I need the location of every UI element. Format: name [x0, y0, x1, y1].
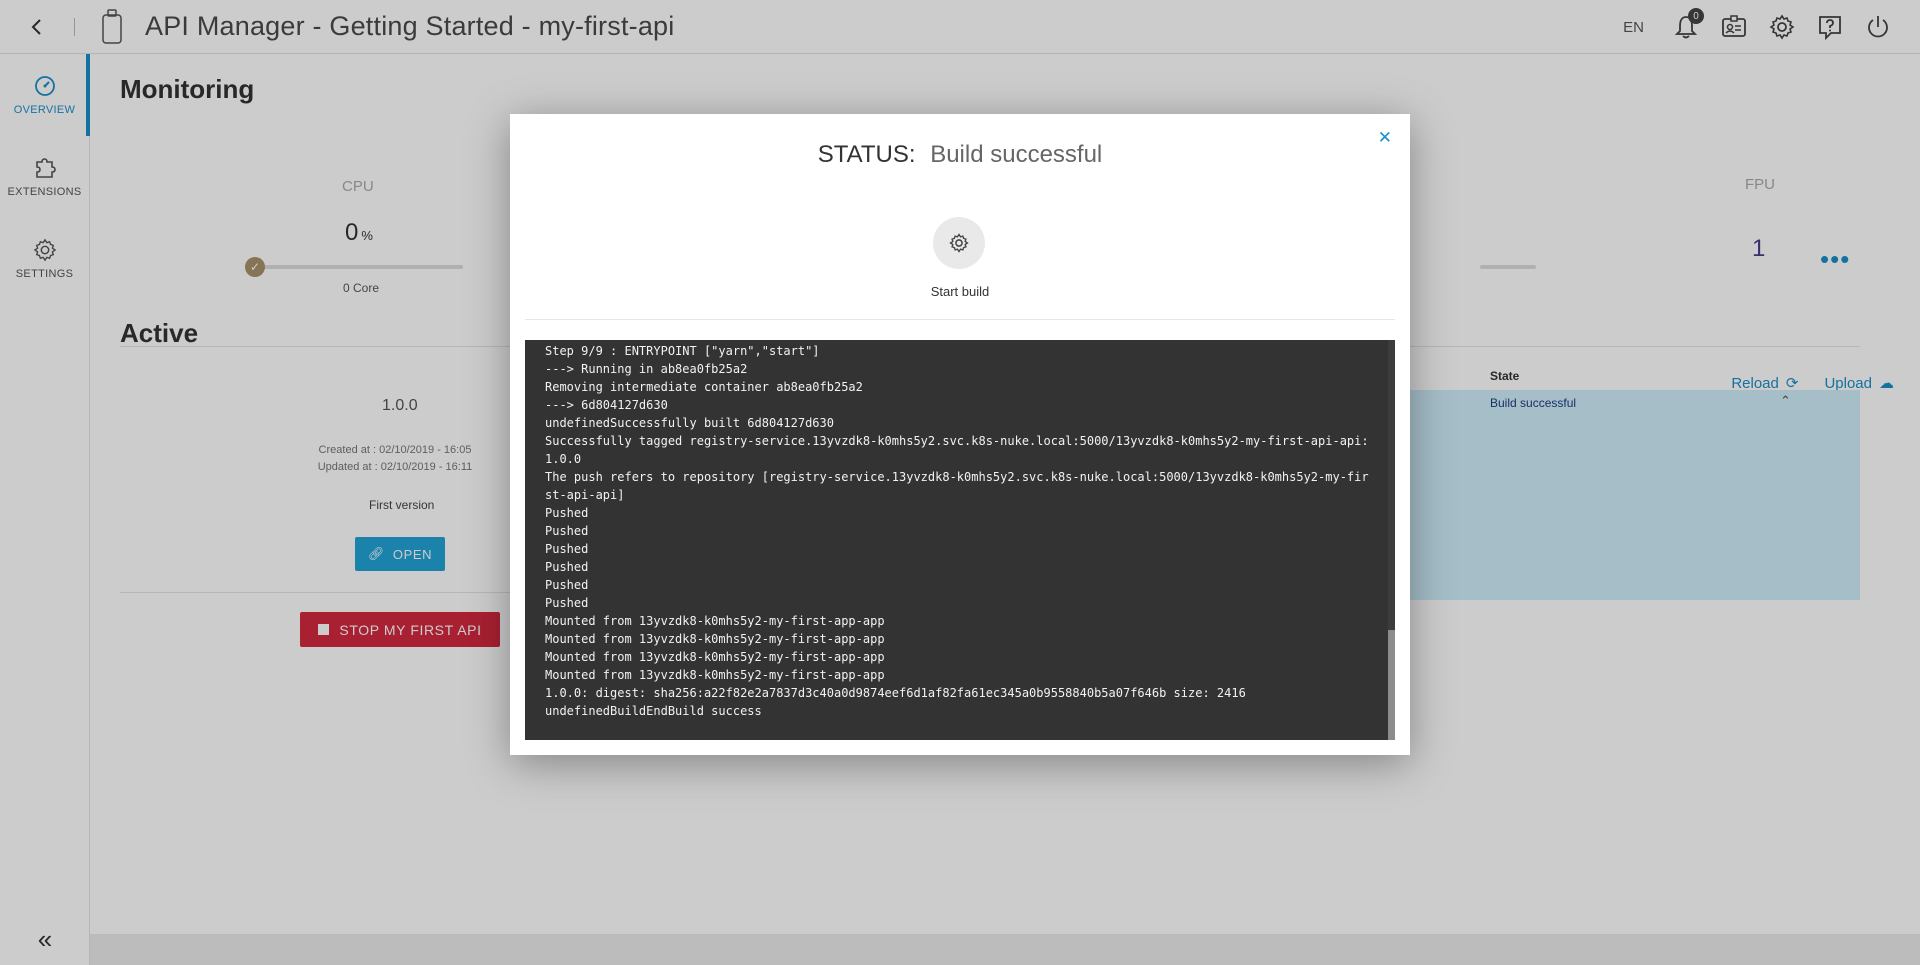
log-line: Successfully tagged registry-service.13y… [545, 434, 1369, 466]
log-line: Mounted from 13yvzdk8-k0mhs5y2-my-first-… [545, 632, 885, 646]
log-line: Pushed [545, 560, 589, 574]
log-line: undefinedSuccessfully built 6d804127d630 [545, 416, 834, 430]
build-log-terminal[interactable]: Step 9/9 : ENTRYPOINT ["yarn","start"] --… [525, 340, 1395, 740]
log-line: Pushed [545, 596, 589, 610]
start-build-label: Start build [930, 284, 990, 299]
log-line: Mounted from 13yvzdk8-k0mhs5y2-my-first-… [545, 650, 885, 664]
log-line: Pushed [545, 524, 589, 538]
log-line: Pushed [545, 542, 589, 556]
build-status-modal: ✕ STATUS: Build successful Start build S… [510, 114, 1410, 755]
status-label: STATUS: [817, 141, 916, 168]
build-log-lines: Step 9/9 : ENTRYPOINT ["yarn","start"] --… [545, 342, 1375, 720]
divider [525, 319, 1395, 320]
log-line: ---> Running in ab8ea0fb25a2 [545, 362, 748, 376]
log-line: Mounted from 13yvzdk8-k0mhs5y2-my-first-… [545, 614, 885, 628]
gear-icon [949, 233, 969, 253]
log-line: 1.0.0: digest: sha256:a22f82e2a7837d3c40… [545, 686, 1246, 700]
log-line: Pushed [545, 578, 589, 592]
status-value: Build successful [930, 141, 1103, 168]
log-line: The push refers to repository [registry-… [545, 470, 1369, 502]
log-line: Pushed [545, 506, 589, 520]
log-scrollbar-thumb[interactable] [1388, 630, 1395, 740]
status-heading: STATUS: Build successful [510, 141, 1410, 169]
log-scrollbar[interactable] [1388, 340, 1395, 740]
log-line: Step 9/9 : ENTRYPOINT ["yarn","start"] [545, 344, 820, 358]
start-build-button[interactable] [933, 217, 985, 269]
log-line: ---> 6d804127d630 [545, 398, 668, 412]
log-line: Mounted from 13yvzdk8-k0mhs5y2-my-first-… [545, 668, 885, 682]
log-line: undefinedBuildEndBuild success [545, 704, 762, 718]
log-line: Removing intermediate container ab8ea0fb… [545, 380, 863, 394]
